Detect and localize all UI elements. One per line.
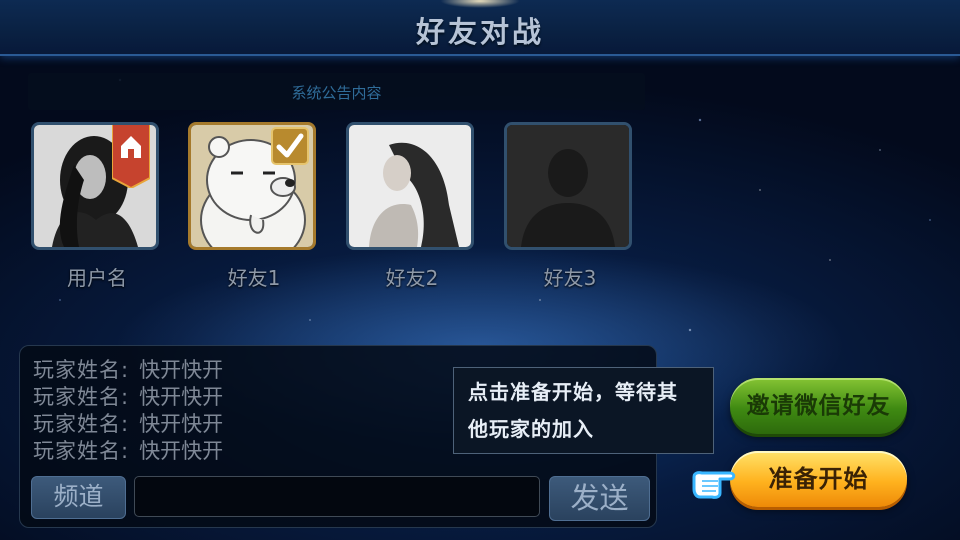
- chat-player-name: 玩家姓名:: [33, 412, 130, 436]
- page-title: 好友对战: [415, 15, 544, 49]
- chat-message-text: 快开快开: [139, 412, 224, 436]
- system-notice-bar: 系统公告内容: [28, 73, 645, 110]
- chat-message: 玩家姓名: 快开快开: [33, 408, 223, 438]
- default-silhouette-icon: [507, 125, 629, 247]
- chat-message: 玩家姓名: 快开快开: [33, 354, 223, 384]
- system-notice-text: 系统公告内容: [291, 84, 382, 102]
- channel-button[interactable]: 频道: [31, 476, 126, 519]
- avatar: [31, 122, 159, 250]
- chat-player-name: 玩家姓名:: [33, 358, 130, 382]
- tooltip-line: 他玩家的加入: [468, 417, 594, 441]
- chat-player-name: 玩家姓名:: [33, 439, 130, 463]
- player-slot-user[interactable]: 用户名: [31, 122, 163, 291]
- chat-message: 玩家姓名: 快开快开: [33, 381, 223, 411]
- player-name: 用户名: [67, 266, 127, 290]
- pointing-hand-icon: [692, 471, 736, 499]
- ready-hint-tooltip: 点击准备开始，等待其 他玩家的加入: [453, 367, 714, 454]
- player-slot-friend1[interactable]: 好友1: [188, 122, 320, 291]
- home-icon: [112, 125, 150, 188]
- chat-message-text: 快开快开: [139, 358, 224, 382]
- header-glow: [440, 0, 520, 8]
- player-name: 好友2: [385, 266, 439, 290]
- player-slot-friend3[interactable]: 好友3: [504, 122, 636, 291]
- avatar: [188, 122, 316, 250]
- avatar: [346, 122, 474, 250]
- player-slot-friend2[interactable]: 好友2: [346, 122, 478, 291]
- avatar: [504, 122, 632, 250]
- title-bar: 好友对战: [0, 0, 960, 56]
- chat-player-name: 玩家姓名:: [33, 385, 130, 409]
- chat-message: 玩家姓名: 快开快开: [33, 435, 223, 465]
- player-name: 好友3: [543, 266, 597, 290]
- girl-avatar-image: [349, 125, 471, 247]
- player-name: 好友1: [227, 266, 281, 290]
- chat-input[interactable]: [134, 476, 540, 517]
- chat-message-text: 快开快开: [139, 439, 224, 463]
- send-button[interactable]: 发送: [549, 476, 650, 521]
- ready-start-button[interactable]: 准备开始: [730, 451, 907, 507]
- chat-message-text: 快开快开: [139, 385, 224, 409]
- invite-wechat-friend-button[interactable]: 邀请微信好友: [730, 378, 907, 434]
- tooltip-line: 点击准备开始，等待其: [468, 380, 678, 404]
- check-icon: [271, 127, 309, 165]
